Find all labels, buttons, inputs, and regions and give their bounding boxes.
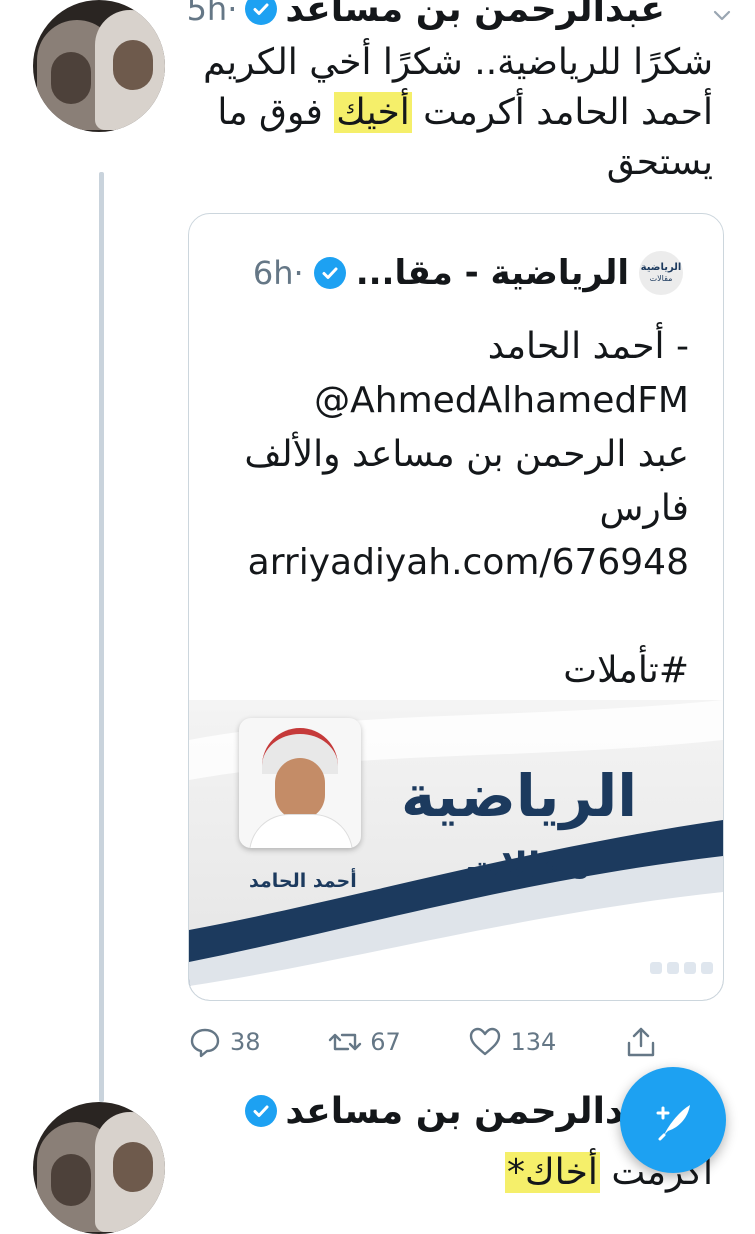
mention-link[interactable]: @AhmedAlhamedFM: [209, 374, 689, 428]
compose-tweet-button[interactable]: [620, 1067, 726, 1173]
image-handle: @ariyadh: [652, 934, 719, 950]
youtube-icon: [684, 962, 696, 974]
reply-button[interactable]: 38: [188, 1025, 261, 1059]
quoted-tweet-text: - أحمد الحامد @AhmedAlhamedFM عبد الرحمن…: [209, 320, 689, 698]
url-link[interactable]: arriyadiyah.com/676948: [209, 536, 689, 590]
like-button[interactable]: 134: [468, 1025, 556, 1059]
hashtag-link[interactable]: #تأملات: [209, 644, 689, 698]
author-name[interactable]: عبدالرحمن بن مساعد: [285, 0, 665, 30]
tweet-text: أكرمت أخاك*: [153, 1148, 713, 1198]
avatar-face: [113, 40, 153, 90]
heart-icon: [470, 1027, 501, 1056]
compose-feather-icon: [656, 1105, 690, 1141]
tweet-time: ·5h: [187, 0, 238, 28]
retweet-count: 67: [370, 1028, 401, 1056]
quoted-tweet-time: ·6h: [252, 254, 304, 292]
highlighted-text: أخاك*: [505, 1152, 600, 1193]
quoted-avatar-subtext: مقالات: [649, 274, 673, 283]
reply-count: 38: [230, 1028, 261, 1056]
reply-icon: [190, 1028, 220, 1058]
avatar-face: [51, 52, 91, 104]
retweet-button[interactable]: 67: [328, 1025, 401, 1059]
avatar[interactable]: [33, 0, 165, 132]
snapchat-icon: [650, 962, 662, 974]
thread-line: [99, 172, 104, 1102]
quoted-tweet-header: الرياضية مقالات الرياضية - مقا... ·6h: [253, 250, 683, 296]
social-icons: [650, 962, 713, 974]
verified-badge-icon: [313, 257, 346, 289]
share-button[interactable]: [624, 1025, 658, 1059]
instagram-icon: [667, 962, 679, 974]
telegram-icon: [701, 962, 713, 974]
tweet-header: عبدالرحمن بن مساعد: [245, 1088, 665, 1134]
portrait-caption: أحمد الحامد: [249, 870, 357, 892]
avatar-face: [51, 1154, 91, 1206]
verified-badge-icon: [245, 0, 278, 25]
portrait-body: [249, 814, 353, 848]
tweet-text: شكرًا للرياضية.. شكرًا أخي الكريم أحمد ا…: [153, 38, 713, 188]
highlighted-text: أخيك: [334, 92, 412, 133]
article-preview-image[interactable]: أحمد الحامد الرياضية مقالات @ariyadh: [189, 700, 723, 1000]
author-portrait: [239, 718, 361, 848]
quoted-avatar-text: الرياضية: [640, 262, 682, 273]
quoted-avatar: الرياضية مقالات: [639, 251, 683, 295]
brand-subtitle: مقالات: [465, 846, 590, 887]
quoted-tweet-card[interactable]: الرياضية مقالات الرياضية - مقا... ·6h - …: [188, 213, 724, 1001]
like-count: 134: [510, 1028, 557, 1056]
quoted-time-value: 6h: [252, 254, 294, 292]
tweet-header: عبدالرحمن بن مساعد ·5h: [187, 0, 665, 32]
tweet-time-value: 5h: [186, 0, 228, 28]
quoted-line: - أحمد الحامد: [487, 326, 689, 367]
author-name[interactable]: عبدالرحمن بن مساعد: [285, 1091, 665, 1132]
avatar-face: [113, 1142, 153, 1192]
verified-badge-icon: [245, 1095, 278, 1127]
retweet-icon: [329, 1033, 362, 1051]
tweet-actions: 38 67 134: [188, 1020, 658, 1064]
quoted-author-name: الرياضية - مقا...: [355, 253, 629, 293]
avatar[interactable]: [33, 1102, 165, 1234]
portrait-face: [275, 758, 325, 820]
share-icon: [627, 1027, 655, 1057]
chevron-down-icon[interactable]: [711, 4, 733, 26]
quoted-line: عبد الرحمن بن مساعد والألف فارس: [244, 434, 689, 529]
brand-logo-text: الرياضية: [401, 762, 638, 830]
